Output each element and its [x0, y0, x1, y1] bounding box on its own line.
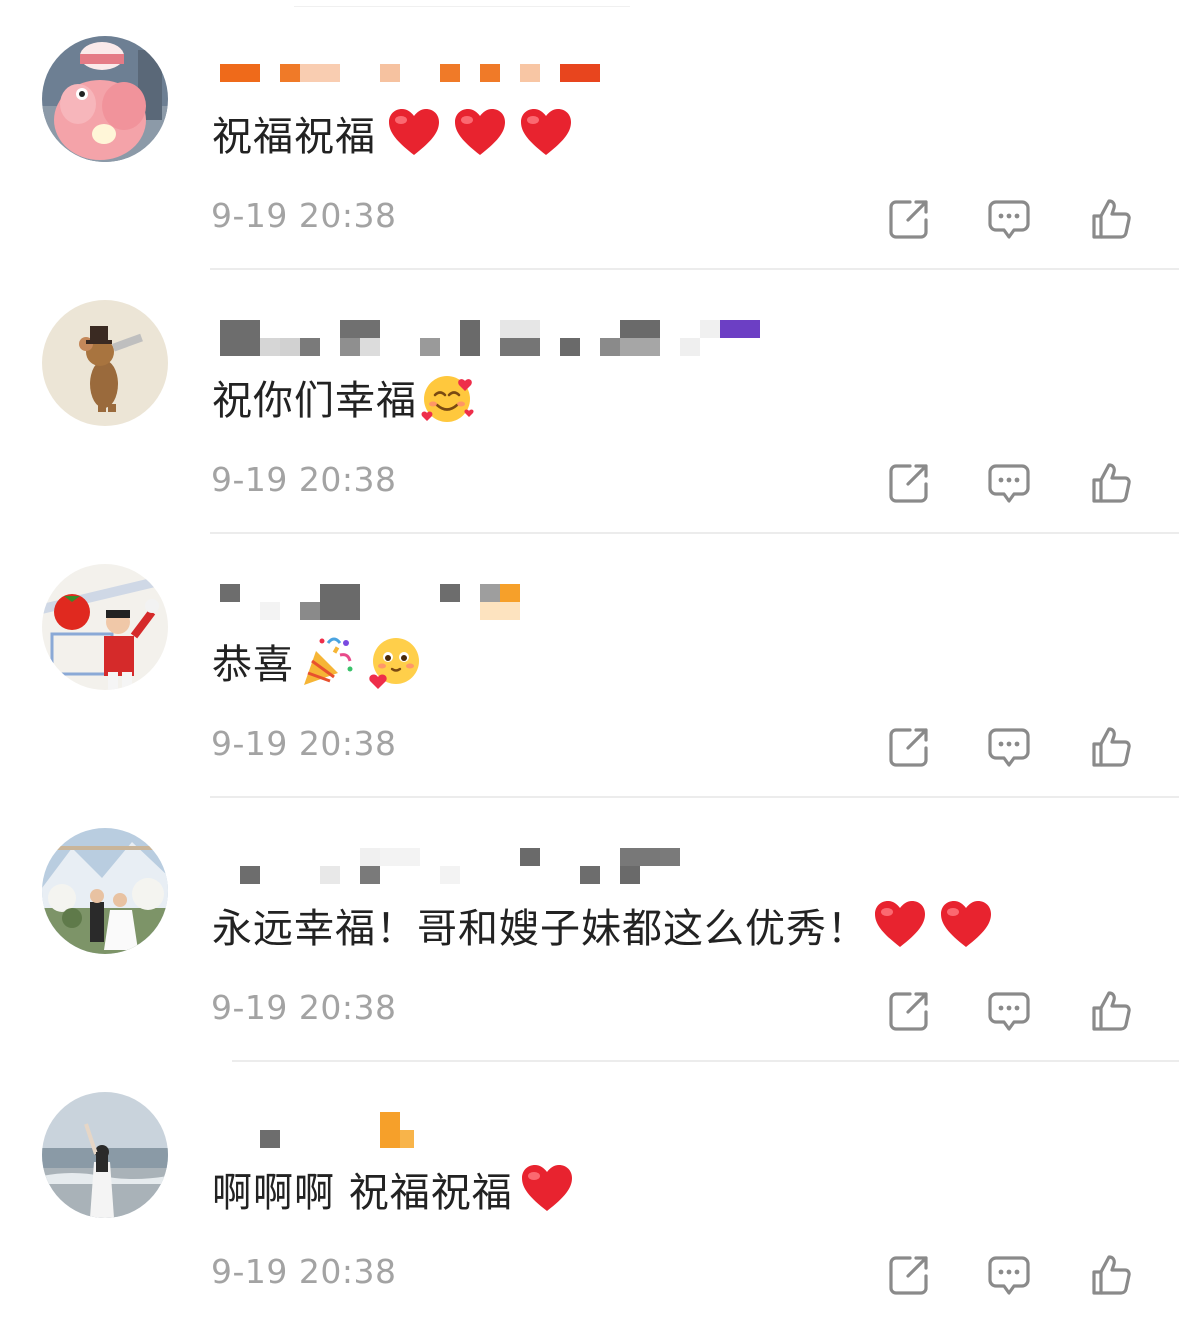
comment-item: 祝福祝福 9-19 20:38 [0, 0, 1179, 270]
reply-button[interactable] [986, 1252, 1032, 1298]
comment-item: 啊啊啊 祝福祝福 9-19 20:38 [0, 1056, 1179, 1320]
share-button[interactable] [886, 988, 932, 1034]
like-button[interactable] [1088, 460, 1134, 506]
smiling-face-with-hearts-icon [419, 369, 475, 425]
username-masked[interactable] [220, 584, 780, 620]
avatar-image-pink-character [42, 36, 168, 162]
red-heart-icon [872, 897, 928, 953]
username-masked[interactable] [220, 1112, 780, 1148]
comment-text-content: 永远幸福！哥和嫂子妹都这么优秀！ [212, 906, 868, 952]
thumbs-up-icon [1092, 727, 1131, 767]
share-button[interactable] [886, 196, 932, 242]
comment-timestamp: 9-19 20:38 [211, 196, 397, 235]
share-button[interactable] [886, 1252, 932, 1298]
comment-icon [988, 200, 1030, 239]
comment-item: 恭喜 9-19 20:38 [0, 528, 1179, 798]
avatar[interactable] [42, 1092, 168, 1218]
comment-item: 祝你们幸福 9-19 20:38 [0, 264, 1179, 534]
comment-text-content: 祝福祝福 [212, 114, 376, 160]
comment-actions [884, 196, 1144, 244]
thumbs-up-icon [1092, 1255, 1131, 1295]
red-heart-icon [519, 1161, 575, 1217]
cute-face-with-heart-icon [366, 633, 422, 689]
share-button[interactable] [886, 460, 932, 506]
comment-text: 啊啊啊 祝福祝福 [212, 1159, 575, 1219]
red-heart-icon [518, 105, 574, 161]
red-heart-icon [938, 897, 994, 953]
share-icon [889, 728, 928, 767]
comment-icon [988, 728, 1030, 767]
comment-item: 永远幸福！哥和嫂子妹都这么优秀！ 9-19 20:38 [0, 792, 1179, 1062]
red-heart-icon [452, 105, 508, 161]
comment-icon [988, 464, 1030, 503]
thumbs-up-icon [1092, 199, 1131, 239]
comment-text: 祝你们幸福 [212, 367, 475, 427]
avatar-image-beach-photo [42, 1092, 168, 1218]
thumbs-up-icon [1092, 463, 1131, 503]
comment-text: 永远幸福！哥和嫂子妹都这么优秀！ [212, 895, 994, 955]
reply-button[interactable] [986, 460, 1032, 506]
username-masked[interactable] [220, 56, 780, 90]
avatar[interactable] [42, 828, 168, 954]
thumbs-up-icon [1092, 991, 1131, 1031]
comment-timestamp: 9-19 20:38 [211, 1252, 397, 1291]
reply-button[interactable] [986, 196, 1032, 242]
avatar[interactable] [42, 36, 168, 162]
comment-text: 祝福祝福 [212, 103, 574, 163]
like-button[interactable] [1088, 724, 1134, 770]
party-popper-icon [300, 633, 356, 689]
like-button[interactable] [1088, 988, 1134, 1034]
share-icon [889, 464, 928, 503]
share-icon [889, 992, 928, 1031]
comment-timestamp: 9-19 20:38 [211, 988, 397, 1027]
comment-text-content: 啊啊啊 祝福祝福 [212, 1170, 513, 1216]
avatar-image-person-with-tomato [42, 564, 168, 690]
comment-text: 恭喜 [212, 631, 422, 691]
comment-actions [884, 1252, 1144, 1300]
avatar[interactable] [42, 564, 168, 690]
like-button[interactable] [1088, 1252, 1134, 1298]
comment-icon [988, 1256, 1030, 1295]
share-icon [889, 1256, 928, 1295]
like-button[interactable] [1088, 196, 1134, 242]
username-masked[interactable] [220, 848, 780, 884]
avatar-image-mouse-character [42, 300, 168, 426]
username-masked[interactable] [220, 320, 780, 356]
comment-text-content: 恭喜 [212, 642, 294, 688]
comment-actions [884, 724, 1144, 772]
comment-text-content: 祝你们幸福 [212, 378, 417, 424]
reply-button[interactable] [986, 724, 1032, 770]
share-button[interactable] [886, 724, 932, 770]
avatar-image-wedding-photo [42, 828, 168, 954]
comment-icon [988, 992, 1030, 1031]
red-heart-icon [386, 105, 442, 161]
comment-actions [884, 988, 1144, 1036]
comment-timestamp: 9-19 20:38 [211, 724, 397, 763]
comment-timestamp: 9-19 20:38 [211, 460, 397, 499]
comment-actions [884, 460, 1144, 508]
reply-button[interactable] [986, 988, 1032, 1034]
share-icon [889, 200, 928, 239]
avatar[interactable] [42, 300, 168, 426]
